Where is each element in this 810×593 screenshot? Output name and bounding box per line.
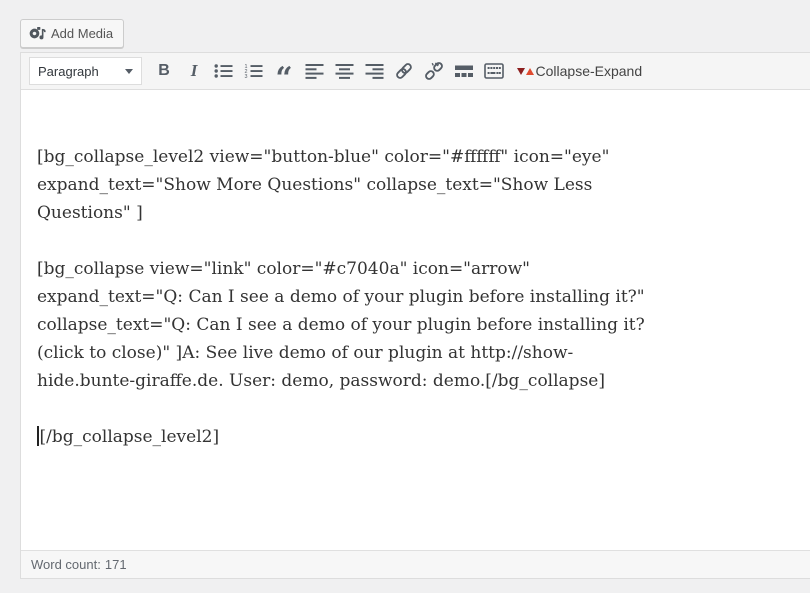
editor-line: collapse_text="Q: Can I see a demo of yo… (37, 315, 645, 335)
align-center-icon (335, 63, 354, 79)
editor-line: [bg_collapse_level2 view="button-blue" c… (37, 147, 610, 167)
italic-button[interactable]: I (179, 57, 209, 85)
align-left-icon (305, 63, 324, 79)
align-right-icon (365, 63, 384, 79)
numbered-list-button[interactable]: 1 2 3 (239, 57, 269, 85)
expand-triangle-up-icon (525, 67, 534, 75)
bold-icon: B (158, 62, 170, 79)
editor-line: [bg_collapse view="link" color="#c7040a"… (37, 259, 530, 279)
editor-line: Questions" ] (37, 203, 143, 223)
unlink-icon (424, 62, 444, 80)
align-right-button[interactable] (359, 57, 389, 85)
italic-icon: I (190, 61, 198, 80)
read-more-button[interactable] (449, 57, 479, 85)
insert-link-button[interactable] (389, 57, 419, 85)
blockquote-icon: “ (275, 61, 293, 96)
chevron-down-icon (125, 68, 133, 74)
collapse-triangle-down-icon (517, 67, 525, 75)
editor-line: (click to close)" ]A: See live demo of o… (37, 343, 574, 363)
keyboard-icon (484, 63, 504, 79)
format-select[interactable]: Paragraph (29, 57, 142, 85)
align-center-button[interactable] (329, 57, 359, 85)
numbered-list-icon: 1 2 3 (244, 63, 264, 79)
format-select-value: Paragraph (38, 63, 99, 79)
media-icon (29, 26, 46, 41)
editor-line: expand_text="Show More Questions" collap… (37, 175, 593, 195)
editor-status-bar: Word count: 171 (21, 550, 810, 578)
add-media-label: Add Media (51, 26, 114, 41)
toolbar-toggle-button[interactable] (479, 57, 509, 85)
blockquote-button[interactable]: “ (269, 57, 299, 96)
bulleted-list-button[interactable] (209, 57, 239, 85)
align-left-button[interactable] (299, 57, 329, 85)
editor-line: [/bg_collapse_level2] (37, 423, 796, 451)
word-count-value: 171 (104, 557, 127, 572)
text-cursor (37, 426, 39, 446)
link-icon (394, 62, 414, 80)
collapse-expand-button[interactable]: Collapse-Expand (513, 57, 646, 85)
editor-line: hide.bunte-giraffe.de. User: demo, passw… (37, 371, 605, 391)
remove-link-button[interactable] (419, 57, 449, 85)
collapse-expand-label: Collapse-Expand (535, 63, 643, 79)
editor-line: expand_text="Q: Can I see a demo of your… (37, 287, 645, 307)
editor-panel: Paragraph B I 1 2 3 “ Collapse-Expand [b… (20, 52, 810, 579)
read-more-icon (454, 63, 474, 79)
svg-text:3: 3 (245, 74, 248, 79)
editor-line-text: [/bg_collapse_level2] (39, 427, 220, 447)
word-count-label: Word count: (31, 557, 101, 572)
bold-button[interactable]: B (149, 57, 179, 85)
bulleted-list-icon (214, 63, 234, 79)
editor-toolbar: Paragraph B I 1 2 3 “ Collapse-Expand (21, 53, 810, 96)
add-media-button[interactable]: Add Media (20, 19, 125, 48)
editor-content-area[interactable]: [bg_collapse_level2 view="button-blue" c… (21, 90, 810, 550)
